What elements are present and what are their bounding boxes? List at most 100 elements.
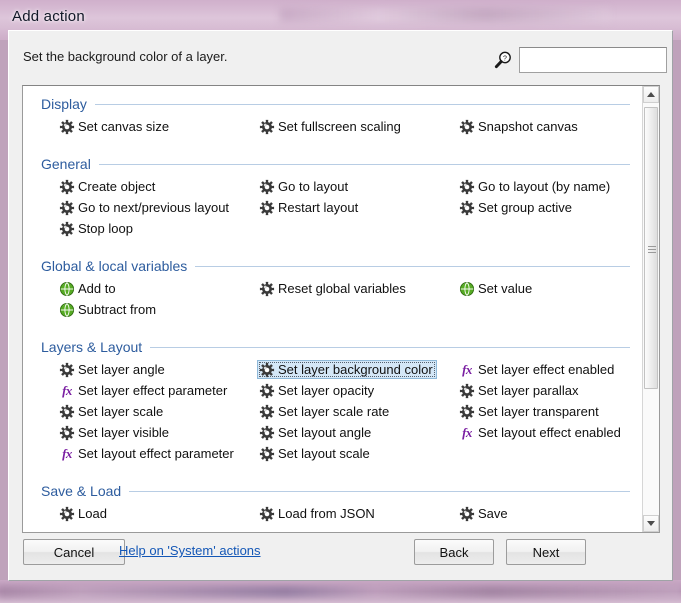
help-link[interactable]: Help on 'System' actions bbox=[119, 543, 261, 558]
globe-icon bbox=[459, 281, 475, 297]
action-item-label: Set layer scale rate bbox=[278, 402, 389, 421]
scrollbar-up-button[interactable] bbox=[643, 86, 659, 103]
actions-section: Layers & LayoutSet layer angleSet layer … bbox=[23, 335, 642, 473]
section-divider bbox=[129, 491, 630, 492]
gear-icon bbox=[259, 383, 275, 399]
gear-icon bbox=[259, 281, 275, 297]
action-item[interactable]: Restart layout bbox=[257, 198, 362, 217]
next-button[interactable]: Next bbox=[506, 539, 586, 565]
action-item[interactable]: Set fullscreen scaling bbox=[257, 117, 405, 136]
action-item[interactable]: Set layer angle bbox=[57, 360, 169, 379]
gear-icon bbox=[59, 362, 75, 378]
action-item[interactable]: Set layer scale bbox=[57, 402, 167, 421]
action-item-label: Load bbox=[78, 504, 107, 523]
action-item[interactable]: Reset global variables bbox=[257, 279, 410, 298]
gear-icon bbox=[59, 221, 75, 237]
fx-icon: fx bbox=[59, 446, 75, 462]
action-item[interactable]: Create object bbox=[57, 177, 159, 196]
action-item[interactable]: Set layout scale bbox=[257, 444, 374, 463]
gear-icon bbox=[459, 404, 475, 420]
gear-icon bbox=[459, 200, 475, 216]
action-item-label: Go to layout bbox=[278, 177, 348, 196]
section-items: Set layer angle Set layer background colo… bbox=[23, 357, 642, 473]
action-row: Add to Reset global variables Set value bbox=[23, 279, 642, 300]
action-item-label: Set layer scale bbox=[78, 402, 163, 421]
action-row: Subtract from bbox=[23, 300, 642, 321]
section-title: Layers & Layout bbox=[41, 339, 142, 355]
action-item-label: Set fullscreen scaling bbox=[278, 117, 401, 136]
action-item[interactable]: Load from JSON bbox=[257, 504, 379, 523]
section-header: General bbox=[23, 152, 642, 174]
action-item-label: Set value bbox=[478, 279, 532, 298]
action-item[interactable]: Set layout angle bbox=[257, 423, 375, 442]
action-item[interactable]: Subtract from bbox=[57, 300, 160, 319]
action-row: fxSet layout effect parameterSet layout … bbox=[23, 444, 642, 465]
action-item-label: Save bbox=[478, 504, 508, 523]
action-item-label: Set layout angle bbox=[278, 423, 371, 442]
globe-icon bbox=[59, 302, 75, 318]
action-item[interactable]: Save bbox=[457, 504, 512, 523]
action-item[interactable]: fxSet layer effect parameter bbox=[57, 381, 231, 400]
actions-list-content: DisplaySet canvas sizeSet fullscreen sca… bbox=[23, 86, 642, 532]
action-item[interactable]: Go to layout bbox=[257, 177, 352, 196]
cancel-button[interactable]: Cancel bbox=[23, 539, 125, 565]
gear-icon bbox=[259, 200, 275, 216]
scrollbar-down-button[interactable] bbox=[643, 515, 659, 532]
scrollbar-thumb[interactable] bbox=[644, 107, 658, 389]
section-header: Save & Load bbox=[23, 479, 642, 501]
action-item[interactable]: Snapshot canvas bbox=[457, 117, 582, 136]
globe-icon bbox=[59, 281, 75, 297]
action-item[interactable]: Set group active bbox=[457, 198, 576, 217]
actions-section: Global & local variables Add to Reset glob… bbox=[23, 254, 642, 329]
action-item-label: Set layer opacity bbox=[278, 381, 374, 400]
action-item[interactable]: Set layer visible bbox=[57, 423, 173, 442]
action-item[interactable]: fxSet layer effect enabled bbox=[457, 360, 618, 379]
action-item[interactable]: fxSet layout effect parameter bbox=[57, 444, 238, 463]
back-button[interactable]: Back bbox=[414, 539, 494, 565]
section-title: Save & Load bbox=[41, 483, 121, 499]
actions-section: General Create object Go to layout Go to la… bbox=[23, 152, 642, 248]
action-item[interactable]: Go to layout (by name) bbox=[457, 177, 614, 196]
action-item[interactable]: Set canvas size bbox=[57, 117, 173, 136]
section-divider bbox=[95, 104, 630, 105]
action-item[interactable]: Set layer scale rate bbox=[257, 402, 393, 421]
action-item[interactable]: fxSet layout effect enabled bbox=[457, 423, 625, 442]
gear-icon bbox=[459, 383, 475, 399]
action-item-label: Set layer effect parameter bbox=[78, 381, 227, 400]
scrollbar-track[interactable] bbox=[643, 103, 659, 515]
section-items: Load Load from JSON Save bbox=[23, 501, 642, 532]
dialog-client-area: Set the background color of a layer. ? D… bbox=[8, 30, 673, 581]
vertical-scrollbar[interactable] bbox=[642, 86, 659, 532]
action-item[interactable]: Set value bbox=[457, 279, 536, 298]
gear-icon bbox=[259, 425, 275, 441]
gear-icon bbox=[59, 404, 75, 420]
action-item[interactable]: Add to bbox=[57, 279, 120, 298]
section-items: Create object Go to layout Go to layout (b… bbox=[23, 174, 642, 248]
action-item-label: Set layer transparent bbox=[478, 402, 599, 421]
action-item[interactable]: Stop loop bbox=[57, 219, 137, 238]
action-item-label: Set layer visible bbox=[78, 423, 169, 442]
action-item-label: Set layer angle bbox=[78, 360, 165, 379]
action-item[interactable]: Set layer parallax bbox=[457, 381, 582, 400]
scrollbar-grip-icon bbox=[648, 244, 656, 252]
action-item[interactable]: Set layer opacity bbox=[257, 381, 378, 400]
action-item-label: Set layout effect parameter bbox=[78, 444, 234, 463]
action-row: Stop loop bbox=[23, 219, 642, 240]
triangle-up-icon bbox=[647, 92, 655, 97]
fx-icon: fx bbox=[59, 383, 75, 399]
gear-icon bbox=[259, 446, 275, 462]
action-row: Create object Go to layout Go to layout (b… bbox=[23, 177, 642, 198]
section-items: Add to Reset global variables Set value Sub… bbox=[23, 276, 642, 329]
action-item[interactable]: Go to next/previous layout bbox=[57, 198, 233, 217]
gear-icon bbox=[459, 179, 475, 195]
action-item-label: Restart layout bbox=[278, 198, 358, 217]
action-item[interactable]: Load bbox=[57, 504, 111, 523]
action-item[interactable]: Set layer background color bbox=[257, 360, 437, 379]
action-item[interactable]: Set layer transparent bbox=[457, 402, 603, 421]
action-row: Load Load from JSON Save bbox=[23, 504, 642, 525]
action-item-label: Go to next/previous layout bbox=[78, 198, 229, 217]
action-item-label: Set layout effect enabled bbox=[478, 423, 621, 442]
search-input[interactable] bbox=[519, 47, 667, 73]
gear-icon bbox=[259, 506, 275, 522]
section-title: Global & local variables bbox=[41, 258, 187, 274]
